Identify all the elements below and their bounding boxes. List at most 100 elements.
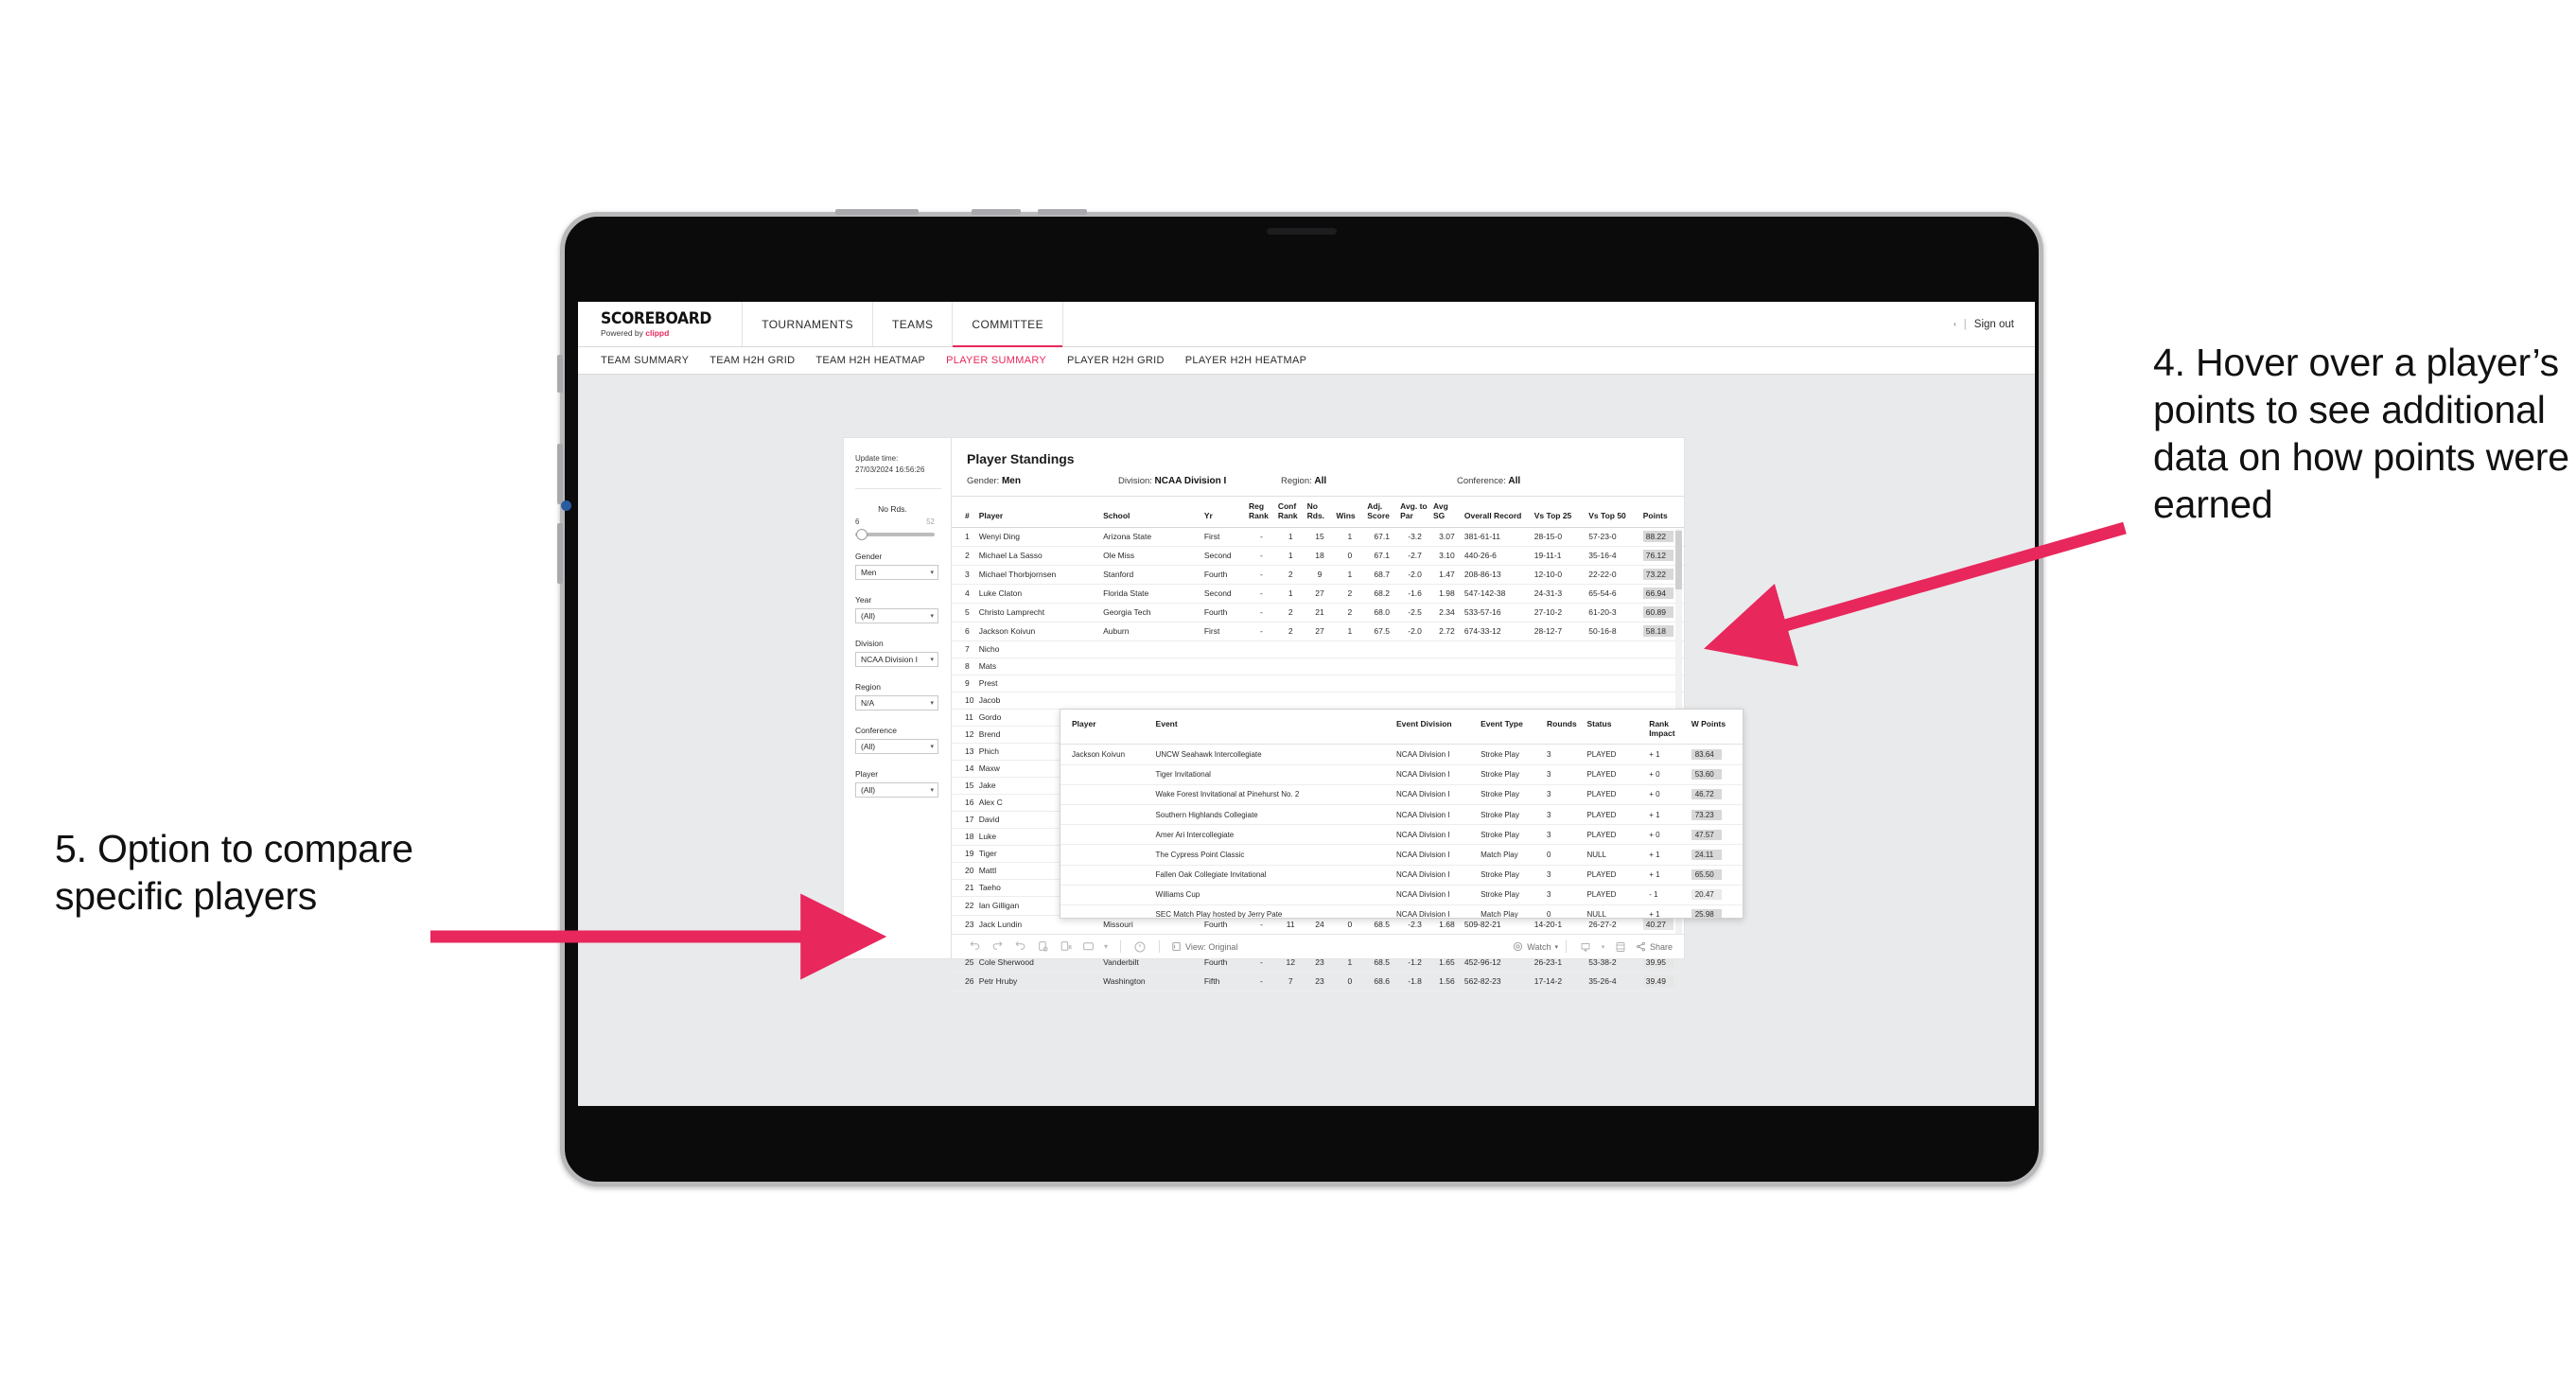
tt-cell-event: UNCW Seahawk Intercollegiate [1152, 744, 1394, 765]
col-reg-rank[interactable]: Reg Rank [1247, 497, 1276, 528]
filter-conference-label: Conference [855, 726, 897, 736]
nav-item-tournaments[interactable]: TOURNAMENTS [742, 302, 872, 346]
cell-player: Mats [976, 658, 1102, 675]
region-select[interactable]: N/A ▾ [855, 695, 938, 711]
tt-cell-rank-impact: + 1 [1646, 804, 1689, 826]
col-school[interactable]: School [1101, 497, 1202, 528]
player-select[interactable]: (All) ▾ [855, 782, 938, 798]
col-vs-top-50[interactable]: Vs Top 50 [1586, 497, 1641, 528]
table-row[interactable]: 5 Christo Lamprecht Georgia Tech Fourth … [952, 603, 1684, 623]
cell-conf-rank: 2 [1275, 603, 1306, 623]
division-select[interactable]: NCAA Division I ▾ [855, 652, 938, 668]
cell-vs-top-50: 50-16-8 [1586, 622, 1641, 641]
table-row[interactable]: 3 Michael Thorbjornsen Stanford Fourth -… [952, 565, 1684, 585]
tt-cell-status: PLAYED [1584, 784, 1647, 805]
table-header: # Player School Yr Reg Rank Conf Rank No… [952, 497, 1684, 528]
undo-icon[interactable] [963, 935, 986, 959]
subnav-item-player-h2h-grid[interactable]: PLAYER H2H GRID [1067, 355, 1165, 366]
conference-select[interactable]: (All) ▾ [855, 739, 938, 755]
col-points[interactable]: Points [1640, 497, 1684, 528]
refresh-icon[interactable] [1031, 935, 1054, 959]
subnav-item-player-h2h-heatmap[interactable]: PLAYER H2H HEATMAP [1185, 355, 1306, 366]
download-caret-icon[interactable]: ▾ [1597, 935, 1609, 959]
tt-cell-division: NCAA Division I [1393, 824, 1479, 846]
col-no-rds[interactable]: No Rds. [1305, 497, 1335, 528]
col-adj-score[interactable]: Adj. Score [1365, 497, 1399, 528]
gender-select[interactable]: Men ▾ [855, 565, 938, 581]
share-button[interactable]: Share [1636, 941, 1673, 952]
table-row[interactable]: 8 Mats [952, 658, 1684, 675]
chevron-left-icon[interactable]: ‹ [1954, 320, 1956, 328]
year-select[interactable]: (All) ▾ [855, 608, 938, 624]
meta-conference: Conference: All [1457, 476, 1520, 486]
meta-conference-value: All [1508, 476, 1521, 486]
cell-wins: 2 [1334, 584, 1366, 604]
pause-auto-updates-icon[interactable] [1054, 935, 1077, 959]
table-row-hovered[interactable]: 6 Jackson Koivun Auburn First - 2 27 1 6… [952, 622, 1684, 641]
table-row[interactable]: 1 Wenyi Ding Arizona State First - 1 15 … [952, 527, 1684, 547]
nav-item-teams[interactable]: TEAMS [872, 302, 952, 346]
cell-yr: First [1201, 527, 1248, 547]
main-nav: TOURNAMENTS TEAMS COMMITTEE [742, 302, 1063, 347]
subnav-item-player-summary[interactable]: PLAYER SUMMARY [946, 355, 1046, 366]
col-player[interactable]: Player [976, 497, 1102, 528]
view-original-button[interactable]: View: Original [1171, 941, 1237, 952]
scrollbar-thumb[interactable] [1675, 531, 1682, 589]
cell-adj-score: 68.7 [1365, 565, 1399, 585]
table-row[interactable]: 7 Nicho [952, 640, 1684, 658]
cell-rank: 23 [952, 915, 977, 935]
table-row[interactable]: 10 Jacob [952, 692, 1684, 710]
table-row[interactable]: 9 Prest [952, 675, 1684, 693]
watch-icon [1514, 941, 1523, 952]
col-yr[interactable]: Yr [1201, 497, 1248, 528]
toolbar-divider-2 [1159, 940, 1160, 953]
no-rounds-slider[interactable] [855, 529, 935, 541]
col-vs-top-25[interactable]: Vs Top 25 [1532, 497, 1587, 528]
table-row[interactable]: 4 Luke Claton Florida State Second - 1 2… [952, 584, 1684, 604]
cell-adj-score: 67.1 [1365, 546, 1399, 566]
pause-icon[interactable] [1129, 935, 1151, 959]
subnav-item-team-h2h-grid[interactable]: TEAM H2H GRID [710, 355, 795, 366]
col-wins[interactable]: Wins [1334, 497, 1366, 528]
cell-no-rds: 21 [1305, 603, 1335, 623]
table-row[interactable]: 26 Petr Hruby Washington Fifth - 7 23 0 … [952, 972, 1684, 991]
brand-logo[interactable]: SCOREBOARD Powered by clippd [578, 302, 742, 346]
col-rank[interactable]: # [952, 497, 977, 528]
tt-cell-player-blank [1060, 764, 1153, 785]
filter-conference: Conference (All) ▾ [855, 726, 941, 755]
toolbar-divider-3 [1565, 940, 1567, 953]
cell-avg-to-par: -2.0 [1398, 565, 1432, 585]
download-icon[interactable] [1574, 935, 1597, 959]
toolbar-dropdown-caret-icon[interactable]: ▾ [1099, 935, 1113, 959]
tt-cell-player-blank [1060, 885, 1153, 905]
revert-icon[interactable] [1008, 935, 1031, 959]
update-time-value: 27/03/2024 16:56:26 [855, 465, 925, 474]
share-icon [1637, 941, 1645, 952]
cell-wins: 1 [1334, 565, 1366, 585]
cell-yr: First [1201, 622, 1248, 641]
cell-wins: 1 [1334, 527, 1366, 547]
subnav-item-team-summary[interactable]: TEAM SUMMARY [601, 355, 689, 366]
cell-adj-score: 67.5 [1365, 622, 1399, 641]
watch-button[interactable]: Watch ▾ [1513, 941, 1558, 952]
cell-adj-score: 68.6 [1365, 972, 1399, 991]
fullscreen-icon[interactable] [1609, 935, 1632, 959]
year-select-value: (All) [861, 611, 876, 622]
view-original-icon[interactable] [1077, 935, 1099, 959]
tt-cell-player: Jackson Koivun [1060, 744, 1153, 765]
subnav-item-team-h2h-heatmap[interactable]: TEAM H2H HEATMAP [815, 355, 925, 366]
page-title: Player Standings [967, 451, 1075, 466]
col-avg-to-par[interactable]: Avg. to Par [1398, 497, 1432, 528]
redo-icon[interactable] [986, 935, 1008, 959]
slider-handle[interactable] [856, 529, 867, 541]
col-conf-rank[interactable]: Conf Rank [1275, 497, 1306, 528]
table-row[interactable]: 2 Michael La Sasso Ole Miss Second - 1 1… [952, 546, 1684, 566]
nav-item-committee[interactable]: COMMITTEE [952, 302, 1063, 347]
tt-cell-type: Match Play [1478, 844, 1545, 866]
col-avg-sg[interactable]: Avg SG [1431, 497, 1463, 528]
cell-points[interactable]: 39.49 [1640, 972, 1684, 991]
tt-cell-rank-impact: + 1 [1646, 744, 1689, 765]
sign-out-link[interactable]: Sign out [1974, 319, 2014, 330]
tt-cell-type: Stroke Play [1478, 824, 1545, 846]
col-overall-record[interactable]: Overall Record [1462, 497, 1533, 528]
